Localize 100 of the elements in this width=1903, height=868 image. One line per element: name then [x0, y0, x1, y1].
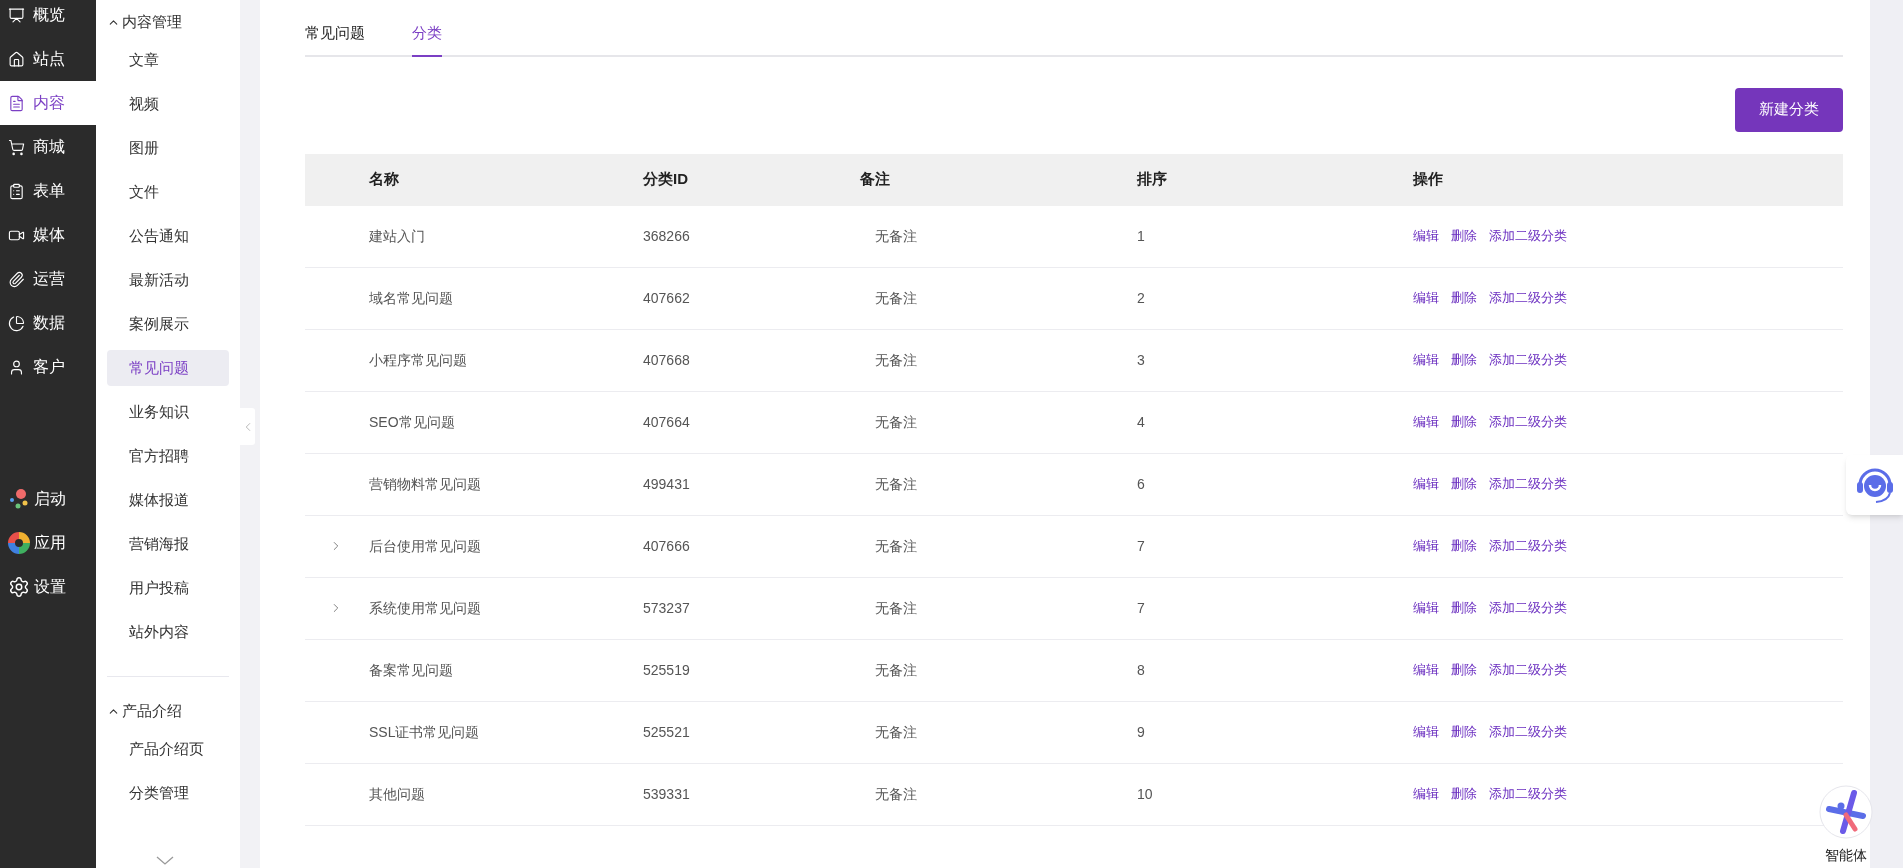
table-cell: SEO常见问题: [369, 413, 455, 430]
nav-item[interactable]: 内容: [0, 81, 96, 125]
dots-icon: [8, 488, 30, 510]
action-link[interactable]: 添加二级分类: [1489, 660, 1567, 680]
action-link[interactable]: 删除: [1451, 474, 1477, 494]
action-link[interactable]: 编辑: [1413, 474, 1439, 494]
nav-item[interactable]: 商城: [0, 125, 96, 169]
column-header: 名称: [369, 170, 399, 188]
submenu-item[interactable]: 公告通知: [107, 218, 229, 254]
column-header: 操作: [1413, 170, 1443, 188]
action-link[interactable]: 编辑: [1413, 226, 1439, 246]
table-cell: 备案常见问题: [369, 661, 453, 678]
submenu-item[interactable]: 业务知识: [107, 394, 229, 430]
table-cell: 1: [1137, 227, 1145, 244]
table-cell: 无备注: [875, 599, 917, 616]
submenu-item[interactable]: 图册: [107, 130, 229, 166]
submenu-item[interactable]: 官方招聘: [107, 438, 229, 474]
submenu-item[interactable]: 用户投稿: [107, 570, 229, 606]
group-header[interactable]: 产品介绍: [107, 699, 229, 723]
table-cell: SSL证书常见问题: [369, 723, 480, 740]
action-link[interactable]: 删除: [1451, 722, 1477, 742]
table-cell: 营销物料常见问题: [369, 475, 481, 492]
tab[interactable]: 常见问题: [305, 22, 365, 57]
settings-icon: [8, 576, 30, 598]
nav-item[interactable]: 媒体: [0, 213, 96, 257]
nav-item[interactable]: 设置: [0, 565, 96, 609]
table-cell: 573237: [643, 599, 690, 616]
action-link[interactable]: 删除: [1451, 412, 1477, 432]
action-link[interactable]: 删除: [1451, 350, 1477, 370]
table-cell: 368266: [643, 227, 690, 244]
action-link[interactable]: 添加二级分类: [1489, 350, 1567, 370]
action-link[interactable]: 编辑: [1413, 288, 1439, 308]
presentation-icon: [8, 6, 25, 24]
action-link[interactable]: 删除: [1451, 598, 1477, 618]
submenu-item[interactable]: 产品介绍页: [107, 731, 229, 767]
action-link[interactable]: 添加二级分类: [1489, 412, 1567, 432]
collapse-handle[interactable]: [240, 408, 255, 445]
nav-item[interactable]: 站点: [0, 37, 96, 81]
table-cell: 2: [1137, 289, 1145, 306]
table-cell: 无备注: [875, 723, 917, 740]
action-link[interactable]: 添加二级分类: [1489, 288, 1567, 308]
table-cell: 8: [1137, 661, 1145, 678]
action-link[interactable]: 删除: [1451, 784, 1477, 804]
action-link[interactable]: 添加二级分类: [1489, 536, 1567, 556]
action-link[interactable]: 添加二级分类: [1489, 598, 1567, 618]
column-header: 备注: [860, 170, 890, 188]
submenu-item[interactable]: 最新活动: [107, 262, 229, 298]
submenu-item[interactable]: 分类管理: [107, 775, 229, 811]
nav-item[interactable]: 客户: [0, 345, 96, 389]
submenu-item[interactable]: 视频: [107, 86, 229, 122]
action-link[interactable]: 编辑: [1413, 784, 1439, 804]
table-cell: 建站入门: [369, 227, 425, 244]
table-cell: 407666: [643, 537, 690, 554]
table-cell: 无备注: [875, 475, 917, 492]
tab[interactable]: 分类: [412, 22, 442, 57]
action-link[interactable]: 添加二级分类: [1489, 474, 1567, 494]
action-link[interactable]: 删除: [1451, 288, 1477, 308]
agent-label[interactable]: 智能体: [1825, 845, 1867, 866]
color-wheel-icon: [8, 532, 30, 554]
nav-item[interactable]: 运营: [0, 257, 96, 301]
submenu-item[interactable]: 媒体报道: [107, 482, 229, 518]
action-link[interactable]: 添加二级分类: [1489, 784, 1567, 804]
table-cell: 无备注: [875, 661, 917, 678]
action-link[interactable]: 编辑: [1413, 660, 1439, 680]
nav-item[interactable]: 应用: [0, 521, 96, 565]
nav-item[interactable]: 启动: [0, 477, 96, 521]
table-cell: 4: [1137, 413, 1145, 430]
action-link[interactable]: 编辑: [1413, 722, 1439, 742]
table-cell: 无备注: [875, 537, 917, 554]
nav-item[interactable]: 表单: [0, 169, 96, 213]
table-cell: 后台使用常见问题: [369, 537, 481, 554]
submenu-item[interactable]: 案例展示: [107, 306, 229, 342]
action-link[interactable]: 编辑: [1413, 350, 1439, 370]
submenu-item[interactable]: 常见问题: [107, 350, 229, 386]
submenu-item[interactable]: 文章: [107, 42, 229, 78]
submenu-item[interactable]: 站外内容: [107, 614, 229, 650]
table-cell: 539331: [643, 785, 690, 802]
table-cell: 10: [1137, 785, 1153, 802]
submenu-item[interactable]: 文件: [107, 174, 229, 210]
home-icon: [8, 50, 25, 68]
action-link[interactable]: 删除: [1451, 536, 1477, 556]
nav-item[interactable]: 数据: [0, 301, 96, 345]
action-link[interactable]: 编辑: [1413, 536, 1439, 556]
clipboard-icon: [8, 182, 25, 200]
table-cell: 无备注: [875, 289, 917, 306]
new-category-button[interactable]: 新建分类: [1735, 87, 1843, 132]
action-link[interactable]: 编辑: [1413, 598, 1439, 618]
action-link[interactable]: 删除: [1451, 660, 1477, 680]
table-cell: 407668: [643, 351, 690, 368]
submenu-item[interactable]: 营销海报: [107, 526, 229, 562]
agent-logo-icon[interactable]: [1819, 785, 1873, 839]
support-card[interactable]: [1846, 455, 1903, 515]
group-header[interactable]: 内容管理: [107, 10, 229, 34]
nav-item[interactable]: 概览: [0, 0, 96, 37]
action-link[interactable]: 编辑: [1413, 412, 1439, 432]
table-cell: 7: [1137, 599, 1145, 616]
action-link[interactable]: 添加二级分类: [1489, 226, 1567, 246]
action-link[interactable]: 添加二级分类: [1489, 722, 1567, 742]
action-link[interactable]: 删除: [1451, 226, 1477, 246]
table-cell: 无备注: [875, 413, 917, 430]
